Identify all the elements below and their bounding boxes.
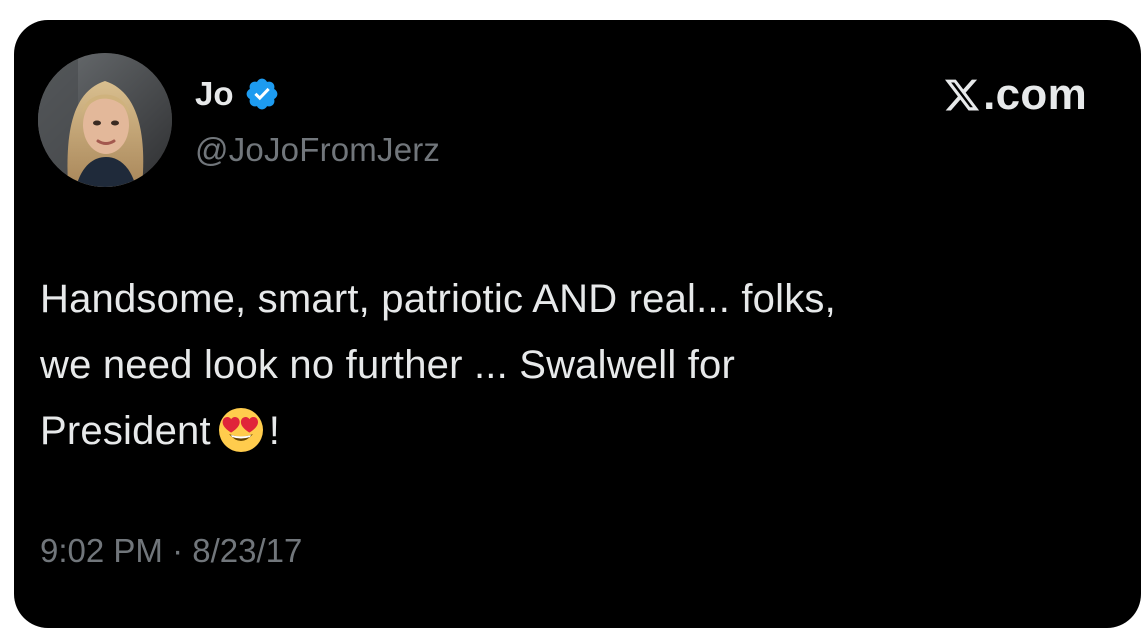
brand-watermark: .com bbox=[943, 70, 1087, 120]
tweet-timestamp[interactable]: 9:02 PM · 8/23/17 bbox=[40, 528, 302, 574]
avatar-image bbox=[38, 53, 172, 187]
author-name-row[interactable]: Jo bbox=[195, 72, 280, 116]
tweet-text-line: we need look no further ... Swalwell for bbox=[40, 343, 736, 387]
tweet-text-segment: President bbox=[40, 409, 211, 453]
tweet-text-line: President ! bbox=[40, 398, 1100, 464]
verified-badge-icon bbox=[244, 76, 280, 112]
heart-eyes-emoji-icon bbox=[217, 406, 265, 454]
tweet-text: Handsome, smart, patriotic AND real... f… bbox=[40, 266, 1100, 464]
user-handle[interactable]: @JoJoFromJerz bbox=[195, 130, 440, 170]
tweet-text-segment: ! bbox=[268, 409, 281, 453]
x-logo-icon bbox=[943, 76, 981, 114]
tweet-text-line: Handsome, smart, patriotic AND real... f… bbox=[40, 277, 836, 321]
display-name[interactable]: Jo bbox=[195, 74, 234, 114]
brand-domain: .com bbox=[983, 70, 1087, 119]
tweet-card: Jo @JoJoFromJerz .com Handsome, smart, p… bbox=[14, 20, 1141, 628]
avatar[interactable] bbox=[38, 53, 172, 187]
